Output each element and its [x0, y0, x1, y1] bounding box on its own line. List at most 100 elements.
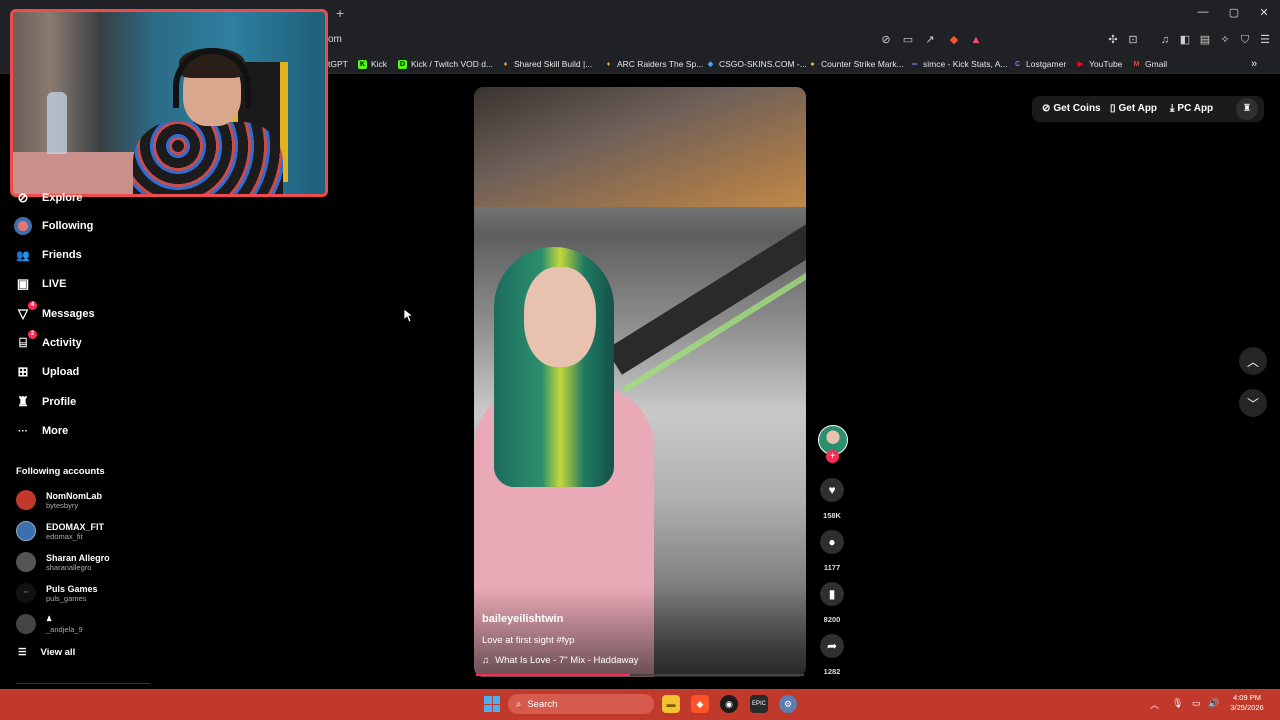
streamer-shirt [133, 122, 283, 194]
windows-start-icon[interactable] [484, 696, 500, 712]
water-bottle [47, 92, 67, 154]
gmail-icon: M [1133, 60, 1140, 68]
profile-avatar-button[interactable]: ♜ [1236, 98, 1258, 120]
wallet-icon[interactable]: ▤ [1198, 33, 1212, 47]
nav-messages[interactable]: ▽ 4 Messages [14, 301, 95, 325]
next-video-button[interactable]: ﹀ [1239, 389, 1267, 417]
cast-icon[interactable]: ▭ [901, 33, 915, 47]
view-all-link[interactable]: ☰ View all [18, 647, 75, 658]
following-account[interactable]: ♟ _andjela_9 [16, 611, 83, 637]
volume-icon[interactable]: 🔊 [1208, 698, 1219, 709]
arc-icon: ♦ [606, 60, 611, 68]
brave-rewards-icon[interactable]: ▲ [969, 33, 983, 47]
account-emoji-name: ♟ [46, 615, 53, 623]
bookmark-arc-raiders[interactable]: ♦ ARC Raiders The Sp... [604, 57, 704, 71]
display-icon[interactable]: ▭ [1192, 698, 1201, 709]
download-icon: ⤓ [1170, 103, 1175, 114]
sidebar-toggle-icon[interactable]: ◧ [1178, 33, 1192, 47]
nav-activity[interactable]: ⌸ 2 Activity [14, 330, 82, 354]
comment-count: 1177 [823, 563, 841, 572]
bookmark-kick-twitch-vod[interactable]: D Kick / Twitch VOD d... [398, 57, 493, 71]
nav-explore[interactable]: ⊘ Explore [14, 187, 83, 209]
bookmark-lostgamer[interactable]: C Lostgamer [1013, 57, 1066, 71]
nav-following[interactable]: Following [14, 215, 93, 237]
tray-overflow-icon[interactable]: ︿ [1150, 698, 1159, 711]
save-button[interactable]: ▮ [820, 582, 844, 606]
get-coins-button[interactable]: ⊘ Get Coins [1042, 103, 1101, 114]
nav-more[interactable]: ··· More [14, 420, 68, 442]
new-tab-button[interactable]: + [336, 6, 348, 20]
bookmark-gmail[interactable]: M Gmail [1132, 57, 1168, 71]
address-url[interactable]: om [328, 34, 342, 45]
pc-app-button[interactable]: ⤓ PC App [1170, 103, 1213, 114]
csgo-skins-icon: ◆ [707, 60, 714, 68]
live-icon: ▣ [16, 276, 30, 291]
vpn-icon[interactable]: ⛉ [1238, 33, 1252, 47]
video-music[interactable]: ♫ What Is Love - 7" Mix - Haddaway [482, 655, 638, 666]
comment-button[interactable]: ● [820, 530, 844, 554]
menu-icon[interactable]: ☰ [1258, 33, 1272, 47]
avatar [16, 552, 36, 572]
messages-icon: ▽ 4 [14, 301, 37, 323]
share-button[interactable]: ➦ [820, 634, 844, 658]
bookmark-youtube[interactable]: ▶ YouTube [1076, 57, 1123, 71]
nav-live[interactable]: ▣ LIVE [14, 273, 67, 295]
profile-icon: ♜ [17, 394, 29, 409]
share-icon[interactable]: ↗ [923, 33, 937, 47]
nav-label: Messages [42, 308, 95, 320]
following-account[interactable]: Sharan Allegro sharanallegro [16, 549, 110, 575]
coin-icon: ⊘ [1042, 103, 1051, 114]
extensions-icon[interactable]: ✣ [1106, 33, 1120, 47]
translate-off-icon[interactable]: ⊘ [879, 33, 893, 47]
close-window-button[interactable]: ✕ [1254, 6, 1274, 19]
leo-ai-icon[interactable]: ✧ [1218, 33, 1232, 47]
previous-video-button[interactable]: ︿ [1239, 347, 1267, 375]
bookmark-csgo-skins[interactable]: ◆ CSGO-SKINS.COM -... [706, 57, 807, 71]
bookmark-kick-stats[interactable]: ∞ simce - Kick Stats, A... [910, 57, 1008, 71]
upload-icon: ⊞ [17, 364, 29, 379]
brave-browser-icon[interactable]: ◆ [691, 695, 709, 713]
bookmark-counter-strike-market[interactable]: ● Counter Strike Mark... [808, 57, 903, 71]
nav-upload[interactable]: ⊞ Upload [14, 361, 80, 383]
nav-label: LIVE [42, 278, 67, 290]
video-player[interactable] [474, 87, 806, 677]
youtube-icon: ▶ [1077, 60, 1084, 68]
media-icon[interactable]: ♫ [1158, 33, 1172, 47]
follow-plus-icon[interactable]: + [826, 450, 839, 463]
minimize-button[interactable]: — [1193, 6, 1213, 18]
screenshot-icon[interactable]: ⊡ [1126, 33, 1140, 47]
settings-icon[interactable]: ⚙ [779, 695, 797, 713]
maximize-button[interactable]: ▢ [1224, 6, 1244, 19]
nav-friends[interactable]: 👥 Friends [14, 244, 82, 266]
taskbar-clock[interactable]: 4:09 PM 3/25/2026 [1222, 693, 1272, 713]
bookmark-kick[interactable]: K Kick [358, 57, 387, 71]
taskbar-search[interactable]: ⌕ Search [508, 694, 654, 714]
brave-shield-icon[interactable]: ◆ [947, 33, 961, 47]
epic-games-icon[interactable]: EPIC [750, 695, 768, 713]
microphone-icon[interactable]: 🎙 [1172, 698, 1183, 709]
video-progress-fill [476, 674, 631, 676]
nav-label: Upload [42, 366, 80, 378]
market-icon: ● [810, 60, 815, 68]
file-explorer-icon[interactable]: ▬ [662, 695, 680, 713]
bookmark-shared-skill-build[interactable]: ♦ Shared Skill Build |... [501, 57, 593, 71]
obs-icon[interactable]: ◉ [720, 695, 738, 713]
video-author-name[interactable]: baileyeilishtwin [482, 613, 563, 625]
nav-profile[interactable]: ♜ Profile [14, 391, 76, 413]
following-account[interactable]: EDOMAX_FIT edomax_fit [16, 518, 104, 544]
following-avatar-icon [14, 217, 32, 235]
phone-icon: ▯ [1110, 103, 1116, 114]
mall-ceiling [474, 87, 806, 207]
following-account[interactable]: NomNomLab bytesbyry [16, 487, 102, 513]
following-account[interactable]: ◦◦ Puls Games puls_games [16, 580, 98, 606]
friends-icon: 👥 [16, 249, 30, 262]
video-progress-bar[interactable] [476, 674, 804, 676]
share-count: 1282 [823, 667, 841, 676]
bookmark-chatgpt[interactable]: tGPT [328, 57, 348, 71]
kick-icon: K [358, 59, 367, 69]
chevron-up-icon: ︿ [1246, 354, 1259, 369]
get-app-button[interactable]: ▯ Get App [1110, 103, 1157, 114]
list-icon: ☰ [18, 647, 27, 658]
like-button[interactable]: ♥ [820, 478, 844, 502]
bookmarks-overflow-icon[interactable]: » [1251, 57, 1257, 71]
